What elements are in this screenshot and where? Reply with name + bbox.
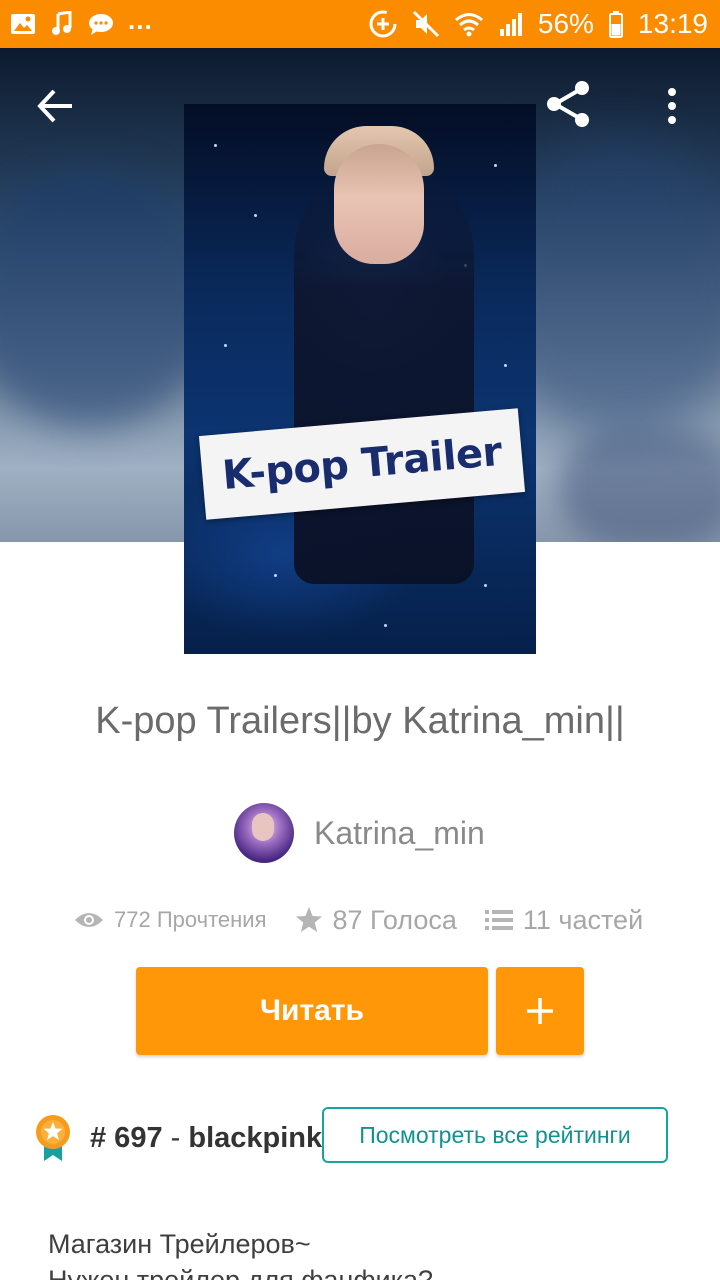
reads-count: 772 Прочтения (114, 907, 267, 932)
back-arrow-icon (37, 89, 72, 123)
status-bar-notifications: ... (10, 5, 153, 37)
description-line: Магазин Трейлеров~ (48, 1229, 311, 1259)
battery-icon (608, 10, 624, 38)
status-bar-system: 56% 13:19 (368, 8, 708, 40)
back-button[interactable] (30, 80, 82, 132)
mute-icon (412, 10, 440, 38)
share-icon (547, 81, 589, 127)
story-stats: 772 Прочтения 87 Голоса 11 частей (74, 900, 643, 940)
rank-number: # 697 (90, 1121, 163, 1154)
add-to-library-button[interactable] (496, 967, 584, 1055)
chat-icon (88, 12, 114, 36)
more-options-button[interactable] (652, 80, 692, 132)
parts-stat: 11 частей (484, 904, 644, 936)
status-bar: ... 56% 13:19 (0, 0, 720, 48)
rank-tag: blackpink (188, 1121, 323, 1154)
description-line: Нужен трейлер для фанфика? (48, 1265, 434, 1280)
story-description: Магазин Трейлеров~ Нужен трейлер для фан… (48, 1226, 688, 1280)
author-name[interactable]: Katrina_min (314, 815, 485, 852)
cover-title-label: K-pop Trailer (198, 408, 526, 520)
share-button[interactable] (540, 76, 596, 132)
plus-icon (527, 998, 553, 1024)
votes-count: 87 Голоса (332, 904, 457, 935)
status-overflow: ... (128, 4, 153, 35)
votes-stat: 87 Голоса (295, 905, 457, 936)
author-link[interactable]: Katrina_min (234, 802, 485, 864)
rank-text: # 697 - blackpink (90, 1122, 322, 1155)
award-badge-icon (36, 1115, 70, 1161)
data-saver-icon (368, 9, 398, 39)
rank-info: # 697 - blackpink (34, 1108, 322, 1168)
parts-count: 11 частей (522, 904, 644, 935)
battery-percent: 56% (537, 8, 594, 39)
list-icon (484, 910, 513, 930)
star-icon (295, 907, 322, 932)
story-title: K-pop Trailers||by Katrina_min|| (95, 700, 625, 742)
signal-icon (498, 11, 524, 37)
story-cover-image[interactable]: K-pop Trailer (184, 104, 536, 654)
view-all-rankings-button[interactable]: Посмотреть все рейтинги (322, 1107, 668, 1163)
cover-title: K-pop Trailer (220, 428, 504, 500)
image-icon (10, 12, 36, 36)
reads-stat: 772 Прочтения (74, 907, 267, 933)
avatar[interactable] (234, 803, 294, 863)
rank-separator: - (162, 1121, 189, 1154)
eye-icon (75, 913, 103, 927)
more-vert-icon (668, 88, 676, 124)
clock: 13:19 (637, 8, 708, 39)
read-button[interactable]: Читать (136, 967, 488, 1055)
wifi-icon (454, 11, 484, 37)
music-icon (50, 11, 74, 37)
